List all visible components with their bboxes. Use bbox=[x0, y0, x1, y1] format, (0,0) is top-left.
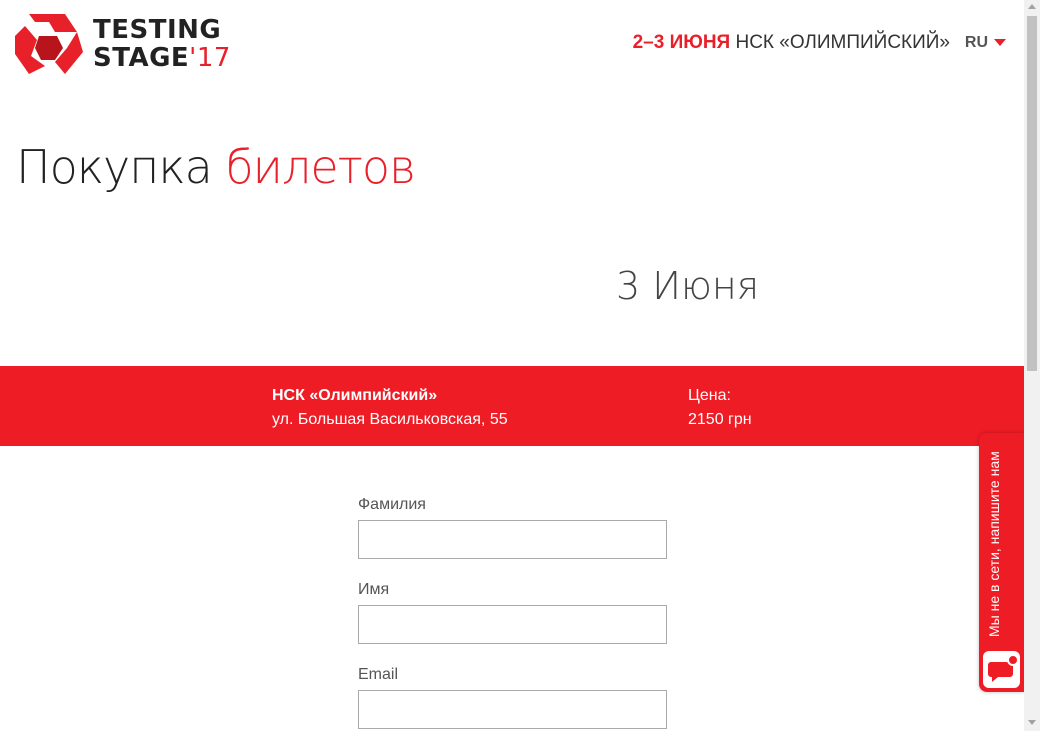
logo-line2-text: STAGE bbox=[93, 43, 190, 73]
email-label: Email bbox=[358, 666, 399, 683]
info-bar: НСК «Олимпийский» ул. Большая Васильковс… bbox=[0, 366, 1024, 446]
ticket-form: Фамилия Имя Email bbox=[358, 496, 668, 751]
first-name-input[interactable] bbox=[358, 605, 667, 644]
price-value: 2150 грн bbox=[688, 411, 752, 428]
venue-address: ул. Большая Васильковская, 55 bbox=[272, 411, 508, 428]
email-input[interactable] bbox=[358, 690, 667, 729]
event-info: 2–3 ИЮНЯ НСК «ОЛИМПИЙСКИЙ» bbox=[633, 32, 950, 54]
event-dates: 2–3 ИЮНЯ bbox=[632, 32, 731, 53]
event-venue: НСК «ОЛИМПИЙСКИЙ» bbox=[735, 32, 950, 53]
price-label: Цена: bbox=[688, 387, 731, 404]
logo-mark-icon bbox=[15, 14, 83, 74]
venue-name: НСК «Олимпийский» bbox=[272, 387, 438, 404]
scroll-down-icon[interactable] bbox=[1028, 720, 1036, 725]
caret-down-icon bbox=[994, 39, 1006, 47]
logo[interactable]: TESTING STAGE'17 bbox=[15, 14, 265, 74]
language-label: RU bbox=[964, 34, 988, 51]
page-title-part1: Покупка bbox=[16, 140, 213, 194]
logo-year: '17 bbox=[189, 43, 231, 73]
scrollbar[interactable] bbox=[1024, 0, 1040, 731]
first-name-label: Имя bbox=[358, 581, 390, 598]
scroll-up-icon[interactable] bbox=[1028, 4, 1036, 9]
last-name-label: Фамилия bbox=[358, 496, 426, 513]
price-block: Цена: 2150 грн bbox=[688, 384, 752, 432]
chat-bubble-icon bbox=[983, 651, 1020, 688]
chat-offline-text: Мы не в сети, напишите нам bbox=[986, 451, 1002, 637]
venue-block: НСК «Олимпийский» ул. Большая Васильковс… bbox=[272, 384, 508, 432]
logo-line1: TESTING bbox=[93, 15, 222, 45]
language-selector[interactable]: RU bbox=[965, 34, 1006, 52]
logo-line2: STAGE'17 bbox=[93, 44, 231, 72]
last-name-input[interactable] bbox=[358, 520, 667, 559]
page-title-part2: билетов bbox=[225, 140, 415, 194]
day-title: 3 Июня bbox=[616, 264, 760, 308]
logo-text: TESTING STAGE'17 bbox=[93, 16, 231, 72]
header: TESTING STAGE'17 2–3 ИЮНЯ НСК «ОЛИМПИЙСК… bbox=[0, 0, 1024, 90]
chat-bubble-svg bbox=[988, 654, 1019, 682]
chat-widget[interactable]: Мы не в сети, напишите нам bbox=[979, 433, 1024, 692]
scroll-thumb[interactable] bbox=[1027, 16, 1037, 371]
page-title: Покупка билетов bbox=[16, 140, 416, 194]
